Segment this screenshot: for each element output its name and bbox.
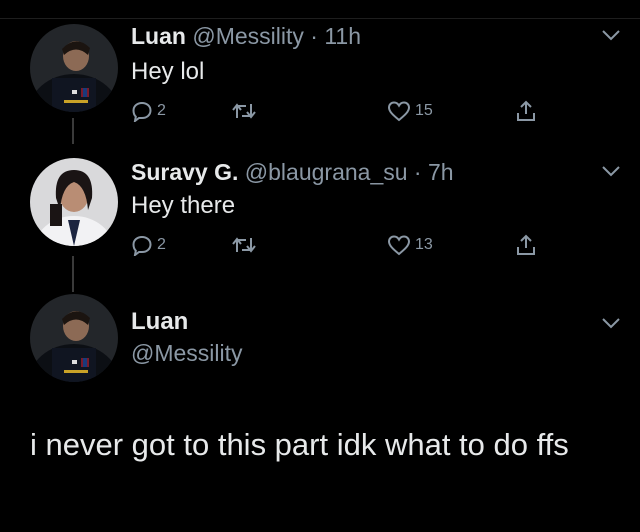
tweet-actions: 2 13 bbox=[131, 230, 551, 260]
retweet-button[interactable] bbox=[231, 230, 257, 260]
reply-button[interactable]: 2 bbox=[131, 230, 166, 260]
chevron-down-icon[interactable] bbox=[600, 164, 622, 178]
reply-count: 2 bbox=[157, 236, 166, 253]
tweet-actions: 2 15 bbox=[131, 96, 551, 126]
retweet-button[interactable] bbox=[231, 96, 257, 126]
display-name[interactable]: Luan bbox=[131, 308, 188, 336]
chevron-down-icon[interactable] bbox=[600, 28, 622, 42]
share-icon bbox=[517, 100, 535, 121]
display-name[interactable]: Suravy G. bbox=[131, 159, 238, 185]
avatar[interactable] bbox=[30, 24, 118, 112]
top-divider bbox=[0, 18, 640, 19]
like-button[interactable]: 15 bbox=[387, 96, 433, 126]
like-count: 15 bbox=[415, 102, 433, 119]
user-handle[interactable]: @Messility bbox=[131, 340, 243, 367]
user-handle[interactable]: @Messility bbox=[192, 23, 304, 49]
like-count: 13 bbox=[415, 236, 433, 253]
reply-button[interactable]: 2 bbox=[131, 96, 166, 126]
avatar[interactable] bbox=[30, 158, 118, 246]
user-avatar-image bbox=[30, 158, 118, 246]
avatar[interactable] bbox=[30, 294, 118, 382]
timestamp[interactable]: 11h bbox=[324, 23, 361, 49]
tweet-header: Suravy G. @blaugrana_su · 7h bbox=[131, 158, 454, 186]
retweet-icon bbox=[232, 237, 256, 253]
player-avatar-image bbox=[30, 24, 118, 112]
thread-line bbox=[72, 118, 74, 144]
tweet-text: Hey there bbox=[131, 192, 236, 219]
share-button[interactable] bbox=[514, 96, 538, 126]
tweet-text: Hey lol bbox=[131, 58, 205, 85]
heart-icon bbox=[387, 101, 411, 122]
like-button[interactable]: 13 bbox=[387, 230, 433, 260]
display-name[interactable]: Luan bbox=[131, 23, 186, 49]
player-avatar-image bbox=[30, 294, 118, 382]
chevron-down-icon[interactable] bbox=[600, 316, 622, 330]
share-button[interactable] bbox=[514, 230, 538, 260]
share-icon bbox=[517, 234, 535, 255]
separator-dot: · bbox=[413, 159, 422, 185]
retweet-icon bbox=[232, 103, 256, 119]
user-handle[interactable]: @blaugrana_su bbox=[245, 159, 408, 185]
separator-dot: · bbox=[310, 23, 318, 49]
timestamp[interactable]: 7h bbox=[428, 159, 454, 185]
reply-icon bbox=[132, 101, 152, 122]
tweet-header: Luan @Messility · 11h bbox=[131, 22, 361, 50]
reply-count: 2 bbox=[157, 102, 166, 119]
reply-icon bbox=[132, 235, 152, 256]
heart-icon bbox=[387, 235, 411, 256]
thread-line bbox=[72, 256, 74, 292]
tweet-text: i never got to this part idk what to do … bbox=[30, 427, 569, 462]
